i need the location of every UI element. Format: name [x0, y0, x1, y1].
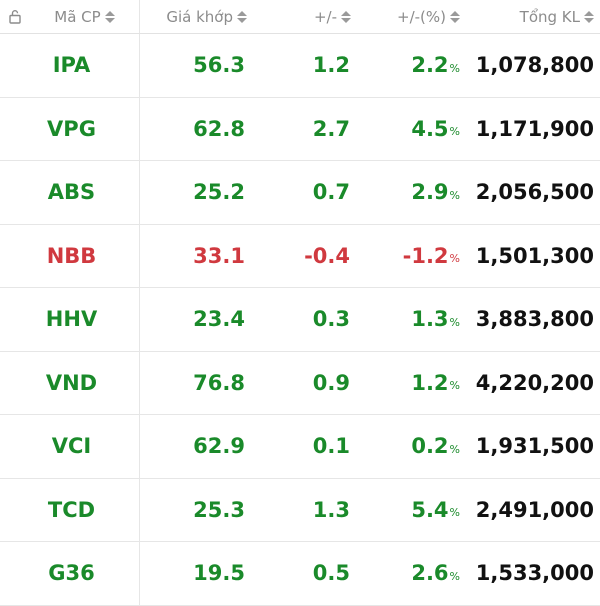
table-row[interactable]: IPA 56.3 1.2 2.2% 1,078,800 [0, 34, 600, 98]
table-row[interactable]: NBB 33.1 -0.4 -1.2% 1,501,300 [0, 224, 600, 288]
percent-change: 2.6% [359, 542, 466, 605]
stock-code[interactable]: TCD [0, 478, 140, 541]
table-header: Mã CP Giá khớp +/- +/-(%) Tổng KL [0, 0, 600, 34]
column-header-price[interactable]: Giá khớp [140, 0, 257, 33]
sort-icon[interactable] [104, 10, 115, 23]
price-change: 2.7 [312, 116, 350, 141]
percent-sign: % [449, 506, 460, 520]
percent-value: 5.4 [411, 497, 449, 522]
percent-change: 2.9% [359, 161, 466, 224]
total-volume: 1,533,000 [475, 561, 594, 586]
sort-icon[interactable] [237, 10, 247, 23]
sort-icon[interactable] [584, 10, 594, 23]
percent-value: 1.2 [411, 370, 449, 395]
percent-sign: % [449, 125, 460, 139]
stock-table: Mã CP Giá khớp +/- +/-(%) Tổng KL IPA 56… [0, 0, 600, 606]
percent-value: 2.2 [411, 53, 449, 78]
percent-value: 1.3 [411, 307, 449, 332]
percent-sign: % [449, 315, 460, 329]
column-header-volume[interactable]: Tổng KL [466, 0, 600, 33]
percent-sign: % [449, 379, 460, 393]
price-change: 0.5 [312, 561, 350, 586]
price-change: -0.4 [304, 243, 350, 268]
stock-code[interactable]: ABS [0, 161, 140, 224]
percent-change: 5.4% [359, 479, 466, 542]
match-price: 56.3 [193, 53, 245, 78]
table-body: IPA 56.3 1.2 2.2% 1,078,800 VPG 62.8 2.7… [0, 34, 600, 606]
total-volume: 1,078,800 [475, 53, 594, 78]
total-volume: 2,056,500 [475, 180, 594, 205]
column-header-price-label: Giá khớp [166, 7, 233, 26]
column-header-code-label: Mã CP [54, 7, 101, 26]
stock-code[interactable]: VND [0, 351, 140, 414]
match-price: 25.3 [193, 497, 245, 522]
sort-icon[interactable] [341, 10, 351, 23]
percent-value: 0.2 [411, 434, 449, 459]
sort-icon[interactable] [450, 10, 460, 23]
stock-code[interactable]: NBB [0, 224, 140, 287]
table-row[interactable]: VPG 62.8 2.7 4.5% 1,171,900 [0, 97, 600, 161]
percent-sign: % [449, 442, 460, 456]
stock-code[interactable]: G36 [0, 542, 140, 605]
price-change: 1.3 [312, 497, 350, 522]
percent-value: -1.2 [402, 243, 449, 268]
price-change: 0.1 [312, 434, 350, 459]
stock-code[interactable]: VCI [0, 415, 140, 478]
match-price: 62.8 [193, 116, 245, 141]
percent-value: 2.6 [411, 561, 449, 586]
price-change: 1.2 [312, 53, 350, 78]
match-price: 62.9 [193, 434, 245, 459]
total-volume: 1,501,300 [475, 243, 594, 268]
column-header-change-label: +/- [313, 7, 337, 26]
total-volume: 2,491,000 [475, 497, 594, 522]
match-price: 19.5 [193, 561, 245, 586]
price-change: 0.7 [312, 180, 350, 205]
table-row[interactable]: HHV 23.4 0.3 1.3% 3,883,800 [0, 288, 600, 352]
percent-change: 1.3% [359, 288, 466, 351]
match-price: 76.8 [193, 370, 245, 395]
percent-sign: % [449, 252, 460, 266]
total-volume: 1,931,500 [475, 434, 594, 459]
stock-code[interactable]: HHV [0, 288, 140, 351]
stock-code[interactable]: VPG [0, 97, 140, 160]
table-row[interactable]: TCD 25.3 1.3 5.4% 2,491,000 [0, 478, 600, 542]
column-header-percent[interactable]: +/-(%) [359, 0, 466, 33]
percent-value: 4.5 [411, 116, 449, 141]
match-price: 33.1 [193, 243, 245, 268]
table-row[interactable]: VCI 62.9 0.1 0.2% 1,931,500 [0, 415, 600, 479]
match-price: 25.2 [193, 180, 245, 205]
percent-change: 2.2% [359, 34, 466, 97]
match-price: 23.4 [193, 307, 245, 332]
stock-code[interactable]: IPA [0, 34, 140, 97]
total-volume: 4,220,200 [475, 370, 594, 395]
table-row[interactable]: G36 19.5 0.5 2.6% 1,533,000 [0, 542, 600, 606]
column-header-code[interactable]: Mã CP [30, 0, 140, 33]
table-row[interactable]: ABS 25.2 0.7 2.9% 2,056,500 [0, 161, 600, 225]
percent-sign: % [449, 188, 460, 202]
lock-icon[interactable] [0, 0, 30, 33]
percent-value: 2.9 [411, 180, 449, 205]
percent-sign: % [449, 61, 460, 75]
total-volume: 3,883,800 [475, 307, 594, 332]
percent-change: -1.2% [359, 225, 466, 288]
column-header-volume-label: Tổng KL [519, 7, 580, 26]
total-volume: 1,171,900 [475, 116, 594, 141]
percent-change: 4.5% [359, 98, 466, 161]
column-header-percent-label: +/-(%) [397, 7, 446, 26]
percent-sign: % [449, 569, 460, 583]
percent-change: 1.2% [359, 352, 466, 415]
table-row[interactable]: VND 76.8 0.9 1.2% 4,220,200 [0, 351, 600, 415]
price-change: 0.3 [312, 307, 350, 332]
column-header-change[interactable]: +/- [257, 0, 359, 33]
price-change: 0.9 [312, 370, 350, 395]
percent-change: 0.2% [359, 415, 466, 478]
